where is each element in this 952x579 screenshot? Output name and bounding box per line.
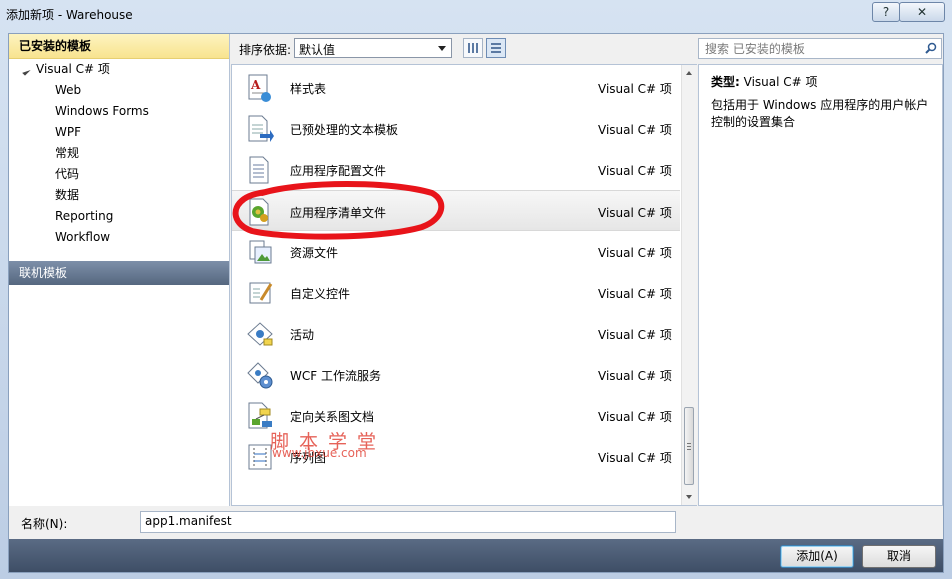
name-label: 名称(N): xyxy=(21,517,68,531)
type-label: 类型: xyxy=(711,75,740,89)
template-row-activity[interactable]: 活动 Visual C# 项 xyxy=(232,313,680,354)
details-view-button[interactable] xyxy=(486,38,506,58)
template-row-custom-control[interactable]: 自定义控件 Visual C# 项 xyxy=(232,272,680,313)
add-button[interactable]: 添加(A) xyxy=(780,545,854,568)
scroll-down-arrow-icon[interactable] xyxy=(686,495,692,499)
scroll-up-arrow-icon[interactable] xyxy=(686,71,692,75)
small-icons-view-icon xyxy=(468,43,478,53)
installed-templates-header[interactable]: 已安装的模板 xyxy=(9,34,229,59)
help-button[interactable]: ? xyxy=(872,2,900,22)
template-type: Visual C# 项 xyxy=(598,82,672,96)
template-name: WCF 工作流服务 xyxy=(290,369,381,383)
tree-item-data[interactable]: 数据 xyxy=(9,185,229,206)
template-type-line: 类型: Visual C# 项 xyxy=(711,73,818,90)
dialog-client-area: 已安装的模板 Visual C# 项 Web Windows Forms WPF… xyxy=(8,33,944,573)
resource-file-icon xyxy=(249,240,272,264)
template-name: 应用程序配置文件 xyxy=(290,164,387,178)
template-name: 定向关系图文档 xyxy=(290,410,375,424)
tree-item-code[interactable]: 代码 xyxy=(9,164,229,185)
template-row-text-template[interactable]: 已预处理的文本模板 Visual C# 项 xyxy=(232,108,680,149)
template-type: Visual C# 项 xyxy=(598,123,672,137)
sort-label: 排序依据: xyxy=(239,43,292,57)
template-name: 自定义控件 xyxy=(290,287,351,301)
search-input[interactable] xyxy=(703,40,917,58)
template-type: Visual C# 项 xyxy=(598,328,672,342)
tree-item-windows-forms[interactable]: Windows Forms xyxy=(9,101,229,122)
activity-icon xyxy=(247,322,273,346)
sort-dropdown-value: 默认值 xyxy=(299,43,336,57)
scrollbar-thumb[interactable] xyxy=(684,407,694,485)
template-search-box[interactable] xyxy=(698,38,942,59)
name-input[interactable]: app1.manifest xyxy=(140,511,676,533)
stylesheet-icon: A xyxy=(248,74,271,102)
cancel-button[interactable]: 取消 xyxy=(862,545,936,568)
template-type: Visual C# 项 xyxy=(598,410,672,424)
dialog-footer: 添加(A) 取消 xyxy=(9,539,943,572)
template-list-scrollbar[interactable] xyxy=(681,65,697,505)
template-row-wcf-workflow[interactable]: WCF 工作流服务 Visual C# 项 xyxy=(232,354,680,395)
wcf-workflow-icon xyxy=(247,362,273,389)
template-type: Visual C# 项 xyxy=(598,246,672,260)
custom-control-icon xyxy=(249,282,273,304)
expand-triangle-icon[interactable] xyxy=(19,64,31,76)
template-list: A 样式表 Visual C# 项 已预处理的文本模板 Visual C# 项 xyxy=(231,64,697,506)
template-type: Visual C# 项 xyxy=(598,451,672,465)
close-button[interactable]: ✕ xyxy=(899,2,945,22)
template-name: 活动 xyxy=(290,328,315,342)
category-tree: Visual C# 项 Web Windows Forms WPF 常规 代码 … xyxy=(9,59,229,248)
type-value: Visual C# 项 xyxy=(743,75,818,89)
tree-item-general[interactable]: 常规 xyxy=(9,143,229,164)
template-type: Visual C# 项 xyxy=(598,369,672,383)
add-new-item-dialog: 添加新项 - Warehouse ? ✕ 已安装的模板 Visual C# 项 … xyxy=(0,0,952,579)
template-name: 样式表 xyxy=(290,82,327,96)
grip-line xyxy=(687,443,691,444)
template-description-pane: 类型: Visual C# 项 包括用于 Windows 应用程序的用户帐户控制… xyxy=(698,64,943,506)
template-type: Visual C# 项 xyxy=(598,287,672,301)
config-file-icon xyxy=(249,156,269,184)
template-name: 资源文件 xyxy=(290,246,339,260)
grip-line xyxy=(687,446,691,447)
window-title: 添加新项 - Warehouse xyxy=(6,8,133,22)
watermark-url: www.jbxue.com xyxy=(272,446,367,460)
grip-line xyxy=(687,449,691,450)
template-row-stylesheet[interactable]: A 样式表 Visual C# 项 xyxy=(232,67,680,108)
tree-item-workflow[interactable]: Workflow xyxy=(9,227,229,248)
search-icon[interactable] xyxy=(925,42,937,54)
text-template-icon xyxy=(248,115,274,142)
tree-root-visual-csharp[interactable]: Visual C# 项 xyxy=(9,59,229,80)
template-type: Visual C# 项 xyxy=(598,206,672,220)
small-icons-view-button[interactable] xyxy=(463,38,483,58)
sort-toolbar: 排序依据: 默认值 xyxy=(231,34,701,62)
details-view-icon xyxy=(491,43,501,53)
template-description-text: 包括用于 Windows 应用程序的用户帐户控制的设置集合 xyxy=(711,98,929,129)
red-highlight-annotation xyxy=(232,181,445,240)
template-type: Visual C# 项 xyxy=(598,164,672,178)
template-category-pane: 已安装的模板 Visual C# 项 Web Windows Forms WPF… xyxy=(9,34,230,506)
tree-item-wpf[interactable]: WPF xyxy=(9,122,229,143)
tree-item-web[interactable]: Web xyxy=(9,80,229,101)
title-bar: 添加新项 - Warehouse ? ✕ xyxy=(0,0,952,28)
chevron-down-icon xyxy=(438,46,446,51)
sort-dropdown[interactable]: 默认值 xyxy=(294,38,452,58)
tree-item-reporting[interactable]: Reporting xyxy=(9,206,229,227)
tree-root-label: Visual C# 项 xyxy=(36,62,110,76)
template-name: 已预处理的文本模板 xyxy=(290,123,399,137)
online-templates-header[interactable]: 联机模板 xyxy=(9,261,229,285)
svg-text:A: A xyxy=(250,78,261,92)
